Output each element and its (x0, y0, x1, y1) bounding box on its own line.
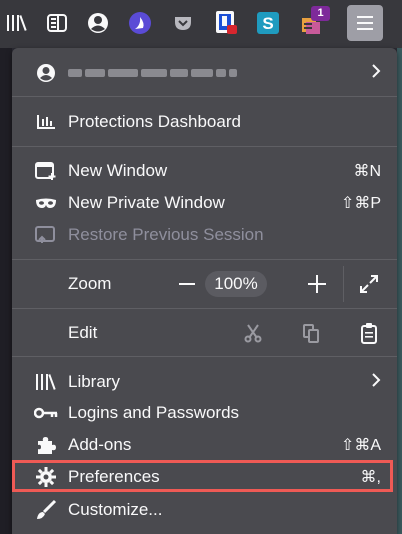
extension-icon[interactable] (127, 10, 153, 36)
copy-icon (303, 324, 319, 343)
highlight-box (12, 460, 393, 492)
account-icon[interactable] (85, 10, 111, 36)
separator (12, 308, 397, 309)
puzzle-piece-icon (34, 433, 58, 457)
zoom-out-button[interactable] (176, 272, 198, 296)
menu-item-add-ons[interactable]: Add-ons ⇧⌘A (12, 430, 397, 460)
paintbrush-icon (34, 498, 58, 522)
menu-item-customize[interactable]: Customize... (12, 495, 397, 525)
menu-item-label: Restore Previous Session (68, 225, 264, 244)
edit-label: Edit (68, 323, 98, 342)
plus-icon (308, 275, 326, 293)
hamburger-icon (357, 16, 373, 30)
menu-item-label: Logins and Passwords (68, 403, 240, 422)
menu-item-library[interactable]: Library (12, 367, 397, 397)
private-mask-icon (34, 191, 58, 215)
menu-item-label: New Window (68, 161, 168, 180)
new-window-icon (34, 159, 58, 183)
shortcut-label: ⇧⌘P (340, 195, 381, 212)
chart-icon (34, 110, 58, 134)
separator (12, 146, 397, 147)
pocket-icon[interactable] (170, 10, 196, 36)
account-email-redacted (68, 64, 258, 82)
paste-button[interactable] (357, 320, 381, 346)
zoom-label: Zoom (68, 274, 112, 293)
separator (343, 266, 344, 302)
menu-item-protections-dashboard[interactable]: Protections Dashboard (12, 107, 397, 137)
library-icon (34, 370, 58, 394)
edit-controls: Edit (12, 318, 397, 348)
extension-icon[interactable] (213, 10, 239, 36)
shortcut-label: ⇧⌘A (340, 437, 381, 454)
menu-item-label: New Private Window (68, 193, 225, 212)
minus-icon (179, 283, 195, 285)
copy-button[interactable] (299, 321, 323, 345)
cut-button[interactable] (241, 321, 265, 345)
menu-item-label: Add-ons (68, 435, 132, 454)
svg-text:S: S (262, 14, 273, 33)
menu-item-new-private-window[interactable]: New Private Window ⇧⌘P (12, 188, 397, 218)
account-icon (34, 61, 58, 85)
chevron-right-icon (371, 63, 381, 84)
fullscreen-button[interactable] (356, 272, 382, 296)
clipboard-icon (361, 323, 377, 344)
library-icon[interactable] (4, 10, 30, 36)
sidebar-icon[interactable] (44, 10, 70, 36)
fullscreen-icon (360, 275, 378, 293)
page-background (397, 48, 402, 534)
menu-item-new-window[interactable]: New Window ⌘N (12, 156, 397, 186)
notification-badge: 1 (311, 6, 330, 21)
separator (12, 96, 397, 97)
chevron-right-icon (371, 372, 381, 393)
separator (12, 356, 397, 357)
page-background (0, 48, 12, 534)
separator (12, 259, 397, 260)
shortcut-label: ⌘N (353, 163, 381, 180)
zoom-in-button[interactable] (305, 272, 329, 296)
menu-item-label: Protections Dashboard (68, 112, 241, 131)
menu-item-logins-and-passwords[interactable]: Logins and Passwords (12, 398, 397, 428)
scissors-icon (244, 324, 262, 343)
menu-item-restore-previous-session: Restore Previous Session (12, 220, 397, 250)
extension-icon[interactable]: S (255, 10, 281, 36)
zoom-reset-button[interactable]: 100% (205, 271, 267, 297)
menu-item-label: Library (68, 372, 120, 391)
menu-item-label: Customize... (68, 500, 163, 519)
browser-toolbar: S 1 (0, 0, 402, 48)
open-menu-button[interactable] (347, 5, 383, 41)
key-icon (34, 401, 58, 425)
restore-session-icon (34, 223, 58, 247)
